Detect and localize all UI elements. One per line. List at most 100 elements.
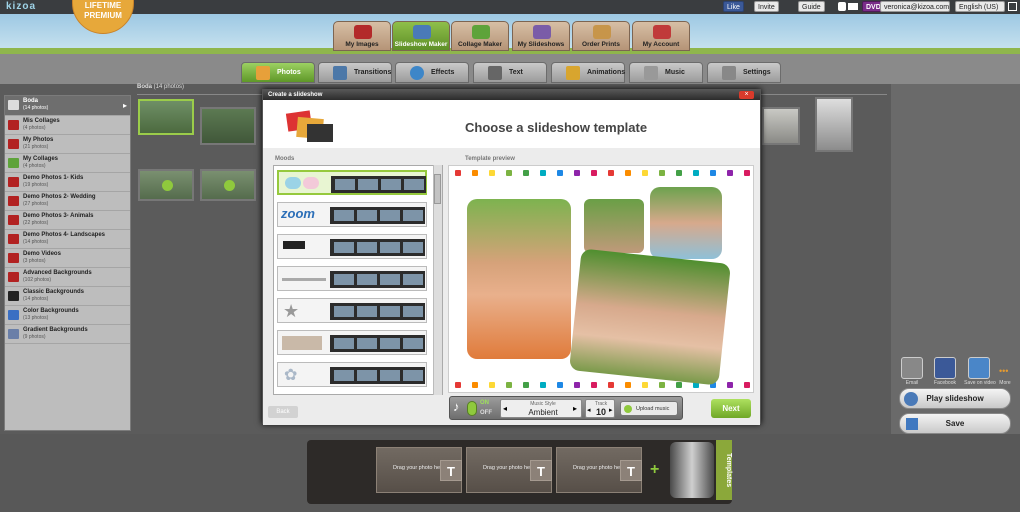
play-slideshow-button[interactable]: Play slideshow [899, 388, 1011, 409]
kizoa-logo[interactable]: kizoa [6, 1, 36, 12]
scrollbar-thumb[interactable] [434, 174, 441, 204]
music-on-label: ON [480, 400, 489, 406]
language-dropdown[interactable]: English (US) [955, 1, 1005, 12]
save-button[interactable]: Save [899, 413, 1011, 434]
album-item[interactable]: My Photos (21 photos) [5, 135, 130, 154]
dialog-heading: Choose a slideshow template [465, 120, 648, 135]
album-item[interactable]: Advanced Backgrounds (102 photos) [5, 268, 130, 287]
next-button[interactable]: Next [711, 399, 751, 418]
tab-label: Settings [743, 69, 771, 76]
add-text-button[interactable]: T [530, 460, 552, 481]
photo-thumbnail[interactable] [762, 107, 800, 145]
photo-thumbnail[interactable] [138, 99, 194, 135]
album-item[interactable]: Classic Backgrounds (14 photos) [5, 287, 130, 306]
photo-thumbnail[interactable] [815, 97, 853, 152]
facebook-like-button[interactable]: Like [723, 1, 744, 12]
add-slot-plus-icon[interactable]: + [650, 461, 659, 479]
preview-border-dot [642, 170, 648, 176]
templates-tab[interactable]: Templates [716, 440, 732, 500]
video-album-icon [8, 253, 19, 263]
music-style-selector[interactable]: ◂ Music Style Ambient ▸ [500, 399, 582, 418]
album-title: Demo Photos 4- Landscapes [23, 232, 106, 238]
add-text-button[interactable]: T [440, 460, 462, 481]
guide-button[interactable]: Guide [798, 1, 825, 12]
preview-border-dot [574, 382, 580, 388]
music-toggle-switch[interactable] [467, 401, 477, 416]
mood-option-2[interactable]: zoom [277, 202, 427, 227]
top-bar: kizoa Like Invite Guide DVD veronica@kiz… [0, 0, 1020, 14]
more-dots-icon[interactable]: ••• [999, 366, 1008, 376]
back-button[interactable]: Back [268, 406, 298, 418]
fullscreen-icon[interactable] [1008, 2, 1017, 11]
tab-my-images[interactable]: My Images [333, 21, 391, 51]
tab-my-account[interactable]: My Account [632, 21, 690, 51]
album-title: Demo Photos 3- Animals [23, 213, 94, 219]
tab-my-slideshows[interactable]: My Slideshows [512, 21, 570, 51]
preview-border-dot [608, 382, 614, 388]
invite-button[interactable]: Invite [754, 1, 779, 12]
tab-animations[interactable]: Animations [551, 62, 625, 83]
mood-option-5[interactable]: ★ [277, 298, 427, 323]
music-control-bar: ♪ ON OFF ◂ Music Style Ambient ▸ ◂ Track… [449, 396, 683, 420]
album-count: (102 photos) [23, 277, 52, 283]
upload-music-button[interactable]: Upload music [620, 401, 678, 416]
album-item[interactable]: Color Backgrounds (13 photos) [5, 306, 130, 325]
tab-text[interactable]: Text [473, 62, 547, 83]
mood-option-1[interactable] [277, 170, 427, 195]
photos-icon [256, 66, 270, 80]
tab-transitions[interactable]: Transitions [318, 62, 392, 83]
header-background [0, 14, 1020, 50]
track-selector[interactable]: ◂ Track 10 ▸ [585, 399, 615, 418]
tab-effects[interactable]: Effects [395, 62, 469, 83]
account-email-dropdown[interactable]: veronica@kizoa.com [880, 1, 950, 12]
album-item[interactable]: Demo Photos 4- Landscapes (14 photos) [5, 230, 130, 249]
tab-collage-maker[interactable]: Collage Maker [451, 21, 509, 51]
video-thumbnail[interactable] [138, 169, 194, 201]
tab-slideshow-maker[interactable]: Slideshow Maker [392, 21, 450, 51]
mood-option-6[interactable] [277, 330, 427, 355]
album-item[interactable]: Demo Photos 3- Animals (22 photos) [5, 211, 130, 230]
arrow-left-icon[interactable]: ◂ [503, 404, 507, 413]
album-count: (19 photos) [23, 182, 49, 188]
collage-album-icon [8, 120, 19, 130]
facebook-share-icon[interactable] [934, 357, 956, 379]
album-icon [8, 139, 19, 149]
album-item[interactable]: My Collages (4 photos) [5, 154, 130, 173]
tab-label: Animations [587, 69, 626, 76]
album-count: (22 photos) [23, 220, 49, 226]
tab-label: Text [509, 69, 523, 76]
phone-icon[interactable] [838, 2, 846, 11]
mood-option-7[interactable]: ✿ [277, 362, 427, 387]
arrow-left-icon[interactable]: ◂ [587, 406, 591, 414]
save-video-icon[interactable] [968, 357, 990, 379]
email-share-icon[interactable] [901, 357, 923, 379]
tab-label: Order Prints [582, 41, 620, 48]
preview-photo-kids [467, 199, 571, 359]
album-item[interactable]: Demo Photos 1- Kids (19 photos) [5, 173, 130, 192]
tab-settings[interactable]: Settings [707, 62, 781, 83]
album-item[interactable]: Demo Videos (3 photos) [5, 249, 130, 268]
floppy-disk-icon [906, 418, 918, 430]
album-item-boda[interactable]: Boda (14 photos) ▸ [5, 96, 130, 116]
album-count: (13 photos) [23, 315, 49, 321]
album-title: Advanced Backgrounds [23, 270, 92, 276]
tab-photos[interactable]: Photos [241, 62, 315, 83]
add-text-button[interactable]: T [620, 460, 642, 481]
photo-thumbnail[interactable] [200, 107, 256, 145]
tab-music[interactable]: Music [629, 62, 703, 83]
album-item[interactable]: Gradient Backgrounds (9 photos) [5, 325, 130, 344]
play-icon [224, 180, 235, 191]
album-item[interactable]: Mis Collages (4 photos) [5, 116, 130, 135]
video-thumbnail[interactable] [200, 169, 256, 201]
tab-order-prints[interactable]: Order Prints [572, 21, 630, 51]
film-icon [533, 25, 551, 39]
album-item[interactable]: Demo Photos 2- Wedding (27 photos) [5, 192, 130, 211]
album-count: (9 photos) [23, 334, 46, 340]
arrow-right-icon[interactable]: ▸ [609, 406, 613, 414]
tab-label: Photos [277, 69, 301, 76]
arrow-right-icon[interactable]: ▸ [573, 404, 577, 413]
mood-option-4[interactable] [277, 266, 427, 291]
mood-option-3[interactable] [277, 234, 427, 259]
close-icon[interactable]: × [739, 91, 754, 99]
mail-icon[interactable] [848, 3, 858, 10]
